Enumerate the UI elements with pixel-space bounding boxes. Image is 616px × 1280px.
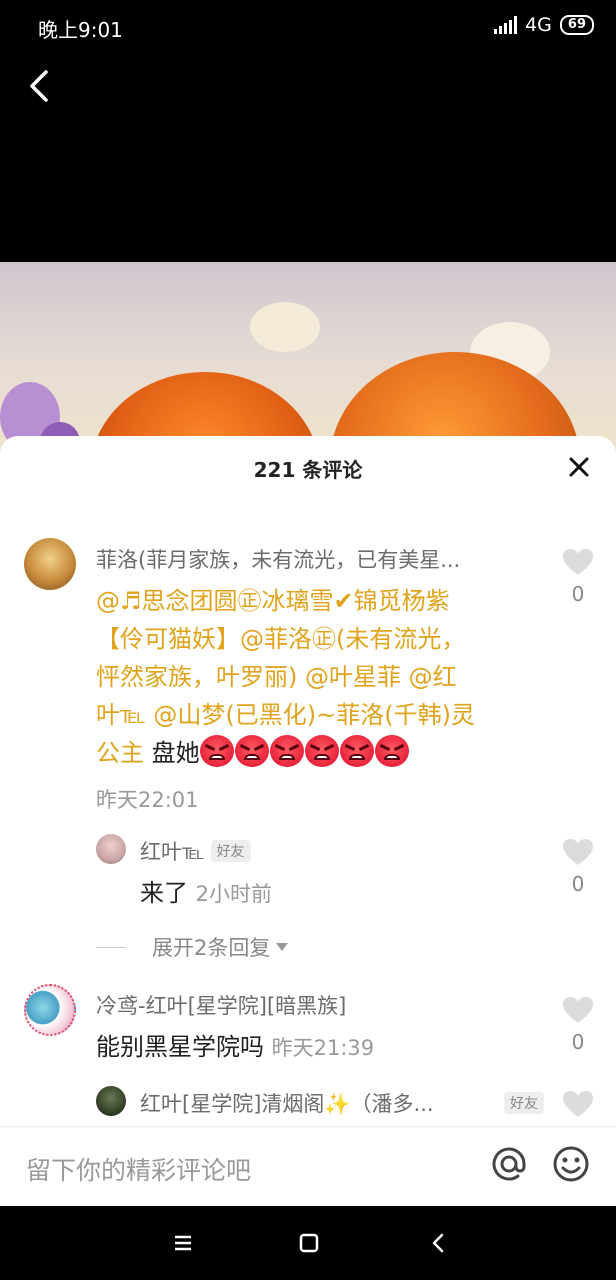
comments-count-title: 221 条评论 xyxy=(253,458,363,482)
reply-time: 2小时前 xyxy=(195,882,273,906)
comment-time: 昨天21:39 xyxy=(271,1036,375,1060)
like-count: 0 xyxy=(571,872,585,896)
comment-input[interactable]: 留下你的精彩评论吧 xyxy=(26,1151,251,1187)
chevron-left-icon[interactable] xyxy=(24,66,58,106)
avatar[interactable] xyxy=(96,834,126,864)
comment-text-last-line: 公主 盘她 xyxy=(96,734,546,772)
like-count: 0 xyxy=(571,1030,585,1054)
friend-badge: 好友 xyxy=(210,840,251,862)
comment-text-tail: 盘她 xyxy=(144,739,200,767)
close-icon[interactable] xyxy=(568,456,590,478)
like-button[interactable]: 0 xyxy=(562,548,594,606)
home-icon[interactable] xyxy=(296,1230,322,1256)
back-icon[interactable] xyxy=(426,1230,452,1256)
mention-text[interactable]: 【伶可猫妖】@菲洛㊣(未有流光， xyxy=(96,620,546,658)
comment-input-bar: 留下你的精彩评论吧 xyxy=(0,1126,616,1206)
heart-icon xyxy=(563,997,593,1023)
heart-icon xyxy=(563,549,593,575)
expand-replies-button[interactable]: 展开2条回复 xyxy=(96,932,289,962)
friend-badge: 好友 xyxy=(504,1092,544,1114)
divider xyxy=(96,946,126,948)
comment-text-content: 能别黑星学院吗 xyxy=(96,1033,264,1061)
menu-icon[interactable] xyxy=(170,1230,196,1256)
like-button[interactable] xyxy=(562,1090,594,1122)
status-time: 晚上9:01 xyxy=(38,18,123,42)
avatar[interactable] xyxy=(24,538,76,590)
mention-text[interactable]: 叶℡ @山梦(已黑化)~菲洛(千韩)灵 xyxy=(96,696,546,734)
mention-text[interactable]: @♬思念团圆㊣冰璃雪✔锦觅杨紫 xyxy=(96,582,546,620)
smiley-icon[interactable] xyxy=(552,1145,590,1183)
expand-replies-label: 展开2条回复 xyxy=(152,936,271,960)
comment-author[interactable]: 菲洛(菲月家族，未有流光，已有美星... xyxy=(96,544,460,574)
signal-icon xyxy=(494,16,518,34)
mention-text[interactable]: 公主 xyxy=(96,739,144,767)
comments-sheet: 221 条评论 菲洛(菲月家族，未有流光，已有美星... @♬思念团圆㊣冰璃雪✔… xyxy=(0,436,616,1126)
at-icon[interactable] xyxy=(490,1145,528,1183)
angry-emoji-icon xyxy=(304,735,339,767)
angry-emoji-icon xyxy=(234,735,269,767)
status-bar: 晚上9:01 4G 69 xyxy=(0,0,616,54)
comment-time: 昨天22:01 xyxy=(96,788,199,812)
battery-icon: 69 xyxy=(559,15,594,35)
comment-text: 能别黑星学院吗 昨天21:39 xyxy=(96,1028,374,1067)
lace-decoration xyxy=(250,302,320,352)
like-button[interactable]: 0 xyxy=(562,838,594,896)
reply-text-content: 来了 xyxy=(140,879,188,907)
reply-author[interactable]: 红叶[星学院]清烟阁✨（潘多... xyxy=(140,1088,434,1118)
system-nav-bar xyxy=(0,1206,616,1280)
comment-text: @♬思念团圆㊣冰璃雪✔锦觅杨紫 【伶可猫妖】@菲洛㊣(未有流光， 怦然家族，叶罗… xyxy=(96,582,546,772)
comment-author[interactable]: 冷鸢-红叶[星学院][暗黑族] xyxy=(96,990,346,1020)
reply-text: 来了 2小时前 xyxy=(140,874,272,913)
like-button[interactable]: 0 xyxy=(562,996,594,1054)
heart-icon xyxy=(563,1091,593,1117)
like-count: 0 xyxy=(571,582,585,606)
avatar[interactable] xyxy=(24,984,76,1036)
angry-emoji-icon xyxy=(339,735,374,767)
chevron-down-icon xyxy=(276,943,289,951)
angry-emoji-icon xyxy=(199,735,234,767)
status-right: 4G 69 xyxy=(494,14,594,36)
reply-author-name[interactable]: 红叶℡ xyxy=(140,840,205,864)
heart-icon xyxy=(563,839,593,865)
angry-emoji-icon xyxy=(374,735,409,767)
avatar[interactable] xyxy=(96,1086,126,1116)
reply-author[interactable]: 红叶℡ 好友 xyxy=(140,836,251,866)
mention-text[interactable]: 怦然家族，叶罗丽) @叶星菲 @红 xyxy=(96,658,546,696)
angry-emoji-icon xyxy=(269,735,304,767)
network-label: 4G xyxy=(525,14,552,36)
video-preview[interactable] xyxy=(0,262,616,462)
